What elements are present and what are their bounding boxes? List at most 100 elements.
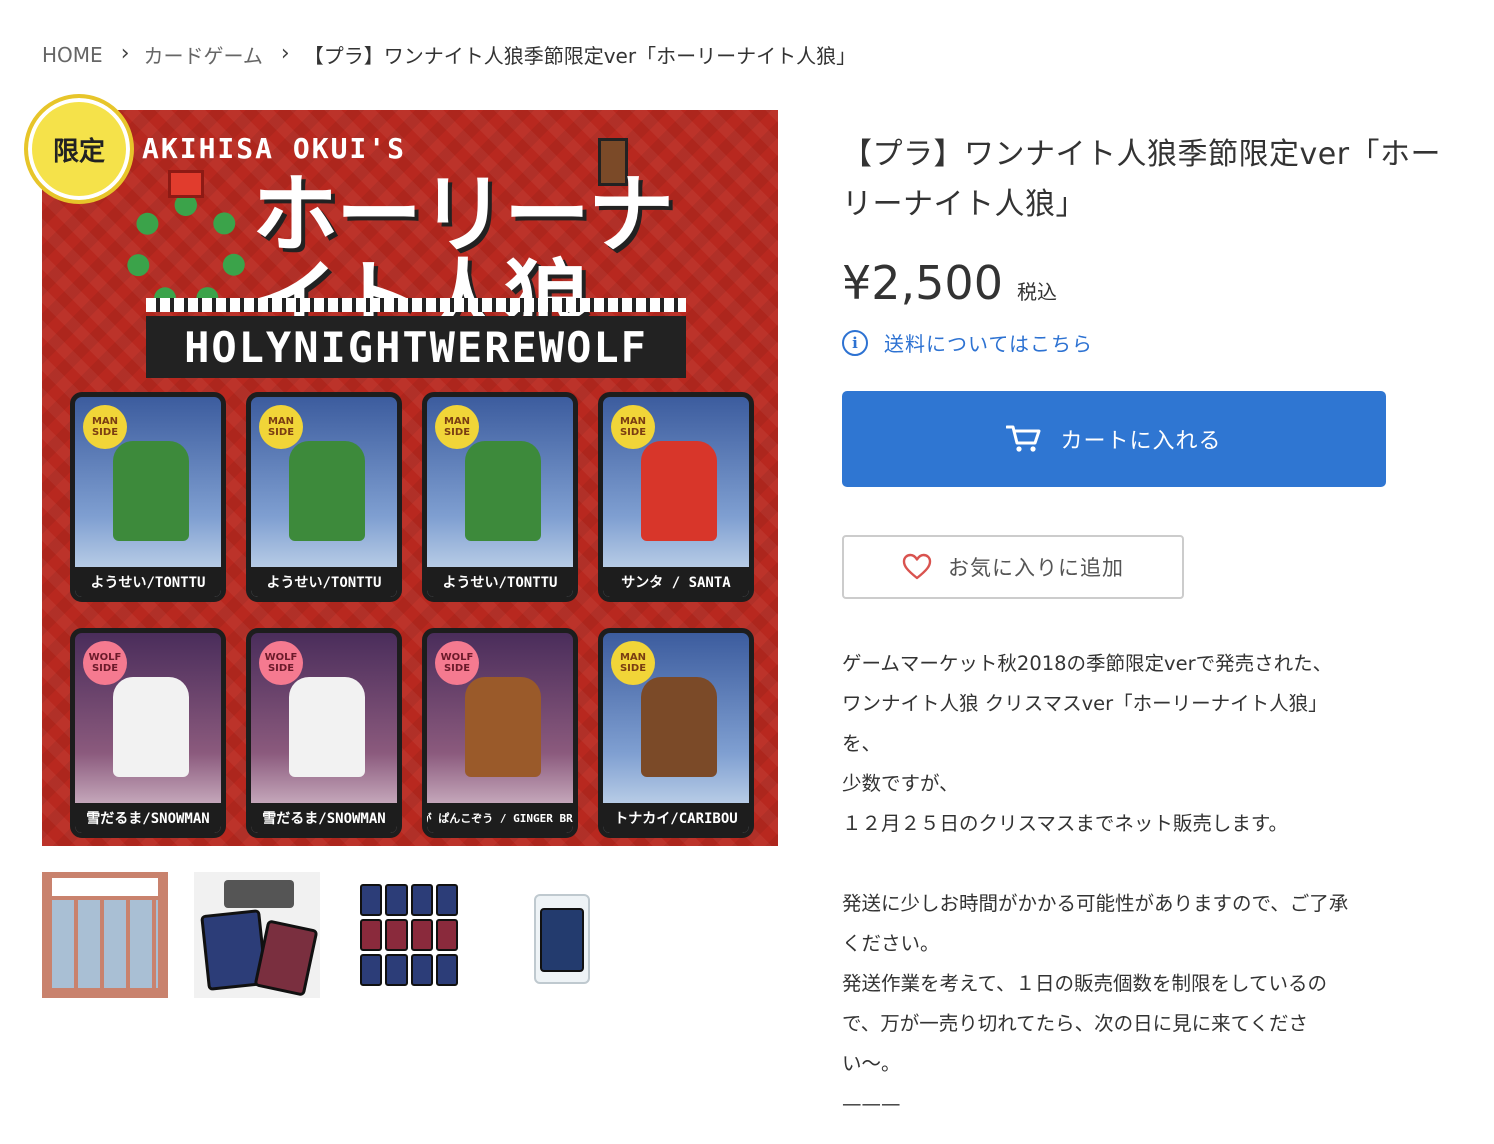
card-name: 雪だるま/SNOWMAN <box>251 803 397 833</box>
wreath-icon <box>126 194 246 314</box>
thumbnail-3[interactable] <box>346 872 472 998</box>
side-badge: MAN SIDE <box>83 405 127 449</box>
shipping-link[interactable]: 送料についてはこちら <box>884 328 1093 357</box>
side-badge-text: MAN <box>443 416 471 427</box>
image-title-en: HOLYNIGHTWEREWOLF <box>146 316 686 378</box>
side-badge-text: MAN <box>619 416 647 427</box>
breadcrumb-category-link[interactable]: カードゲーム <box>144 40 263 69</box>
role-card: WOLFSIDE しょうが ぱんこぞう / GINGER BREADMAN <box>422 628 578 838</box>
side-badge-text: MAN <box>267 416 295 427</box>
description-line <box>842 844 1462 884</box>
side-badge-text: SIDE <box>619 427 647 438</box>
description-line: ゲームマーケット秋2018の季節限定verで発売された、 <box>842 652 1333 675</box>
side-badge-text: MAN <box>91 416 119 427</box>
side-badge: WOLF SIDE <box>435 641 479 685</box>
add-to-favorites-label: お気に入りに追加 <box>948 557 1124 580</box>
cart-icon <box>1006 425 1041 452</box>
role-card: MAN SIDE ようせい/TONTTU <box>246 392 402 602</box>
product-description: ゲームマーケット秋2018の季節限定verで発売された、 ワンナイト人狼 クリスマ… <box>842 644 1462 1124</box>
thumbnail-card-grid <box>360 884 458 986</box>
product-title: 【プラ】ワンナイト人狼季節限定ver「ホーリーナイト人狼」 <box>842 137 1442 222</box>
thumbnail-card <box>540 908 584 972</box>
side-badge-text: SIDE <box>443 663 471 674</box>
limited-badge: 限定 <box>24 94 134 204</box>
description-line: 少数ですが、 <box>842 772 959 795</box>
description-line: 発送に少しお時間がかかる可能性がありますので、ご了承 <box>842 892 1349 915</box>
side-badge: MAN SIDE <box>435 405 479 449</box>
side-badge-text: SIDE <box>619 663 647 674</box>
thumbnail-card <box>385 954 408 986</box>
card-name: ようせい/TONTTU <box>427 567 573 597</box>
character-illustration <box>465 677 541 777</box>
thumbnail-title-strip <box>52 878 158 896</box>
image-author-text: AKIHISA OKUI'S <box>142 132 407 165</box>
role-card: WOLF SIDE 雪だるま/SNOWMAN <box>70 628 226 838</box>
role-card: MAN SIDE サンタ / SANTA <box>598 392 754 602</box>
card-name: トナカイ/CARIBOU <box>603 803 749 833</box>
breadcrumb-current: 【プラ】ワンナイト人狼季節限定ver「ホーリーナイト人狼」 <box>303 44 857 68</box>
bow-icon <box>168 170 204 198</box>
info-icon[interactable]: i <box>842 329 868 356</box>
thumbnail-4[interactable] <box>498 872 624 998</box>
description-line: ——— <box>842 1092 901 1115</box>
description-line: 発送作業を考えて、１日の販売個数を制限をしているの <box>842 972 1327 995</box>
thumbnail-card <box>360 919 383 951</box>
product-price: ¥2,500 <box>842 256 1003 310</box>
side-badge-text: WOLF <box>88 652 122 663</box>
side-badge-text: SIDE <box>443 427 471 438</box>
card-name: 雪だるま/SNOWMAN <box>75 803 221 833</box>
thumbnail-cards <box>52 900 158 988</box>
product-info: 【プラ】ワンナイト人狼季節限定ver「ホーリーナイト人狼」 ¥2,500 税込 … <box>842 130 1442 599</box>
card-name: ようせい/TONTTU <box>251 567 397 597</box>
description-line: い〜。 <box>842 1052 901 1075</box>
character-illustration <box>289 441 365 541</box>
chevron-right-icon: › <box>280 41 290 66</box>
breadcrumb: HOME › カードゲーム › 【プラ】ワンナイト人狼季節限定ver「ホーリーナ… <box>42 40 856 69</box>
description-line: で、万が一売り切れてたら、次の日に見に来てくださ <box>842 1012 1309 1035</box>
breadcrumb-home-link[interactable]: HOME <box>42 43 103 67</box>
add-to-cart-label: カートに入れる <box>1060 428 1222 453</box>
role-card: MAN SIDE ようせい/TONTTU <box>70 392 226 602</box>
add-to-cart-button[interactable]: カートに入れる <box>842 391 1386 487</box>
tax-label: 税込 <box>1016 280 1057 304</box>
card-name: ようせい/TONTTU <box>75 567 221 597</box>
side-badge: MAN SIDE <box>611 405 655 449</box>
thumbnail-card <box>360 884 383 916</box>
character-illustration <box>641 677 717 777</box>
side-badge-text: WOLF <box>440 652 474 663</box>
description-line: ワンナイト人狼 クリスマスver「ホーリーナイト人狼」 <box>842 692 1328 715</box>
side-badge-text: SIDE <box>267 427 295 438</box>
thumbnail-card <box>435 919 458 951</box>
character-illustration <box>289 677 365 777</box>
side-badge: MAN SIDE <box>611 641 655 685</box>
price-row: ¥2,500 税込 <box>842 256 1442 310</box>
thumbnail-2[interactable] <box>194 872 320 998</box>
character-illustration <box>113 677 189 777</box>
role-card: MAN SIDE ようせい/TONTTU <box>422 392 578 602</box>
side-badge: WOLF SIDE <box>83 641 127 685</box>
thumbnail-card-snowman <box>253 919 319 997</box>
chevron-right-icon: › <box>120 41 130 66</box>
side-badge-text: SIDE <box>267 663 295 674</box>
thumbnail-card <box>410 954 433 986</box>
character-illustration <box>641 441 717 541</box>
side-badge-text: SIDE <box>91 663 119 674</box>
card-name: サンタ / SANTA <box>603 567 749 597</box>
card-name: しょうが ぱんこぞう / GINGER BREADMAN <box>427 803 573 833</box>
thumbnail-1[interactable] <box>42 872 168 998</box>
image-divider <box>146 298 686 312</box>
thumbnail-card <box>410 884 433 916</box>
limited-badge-label: 限定 <box>52 136 105 167</box>
side-badge: MAN SIDE <box>259 405 303 449</box>
thumbnail-list <box>42 872 624 998</box>
description-line: を、 <box>842 732 882 755</box>
main-product-image[interactable]: AKIHISA OKUI'S ホーリーナイト人狼 HOLYNIGHTWEREWO… <box>42 110 778 846</box>
side-badge-text: SIDE <box>91 427 119 438</box>
character-illustration <box>465 441 541 541</box>
description-line: １２月２５日のクリスマスまでネット販売します。 <box>842 812 1288 835</box>
role-card: MAN SIDE トナカイ/CARIBOU <box>598 628 754 838</box>
thumbnail-card <box>410 919 433 951</box>
thumbnail-card <box>435 954 458 986</box>
heart-icon <box>902 553 932 580</box>
add-to-favorites-button[interactable]: お気に入りに追加 <box>842 535 1184 599</box>
